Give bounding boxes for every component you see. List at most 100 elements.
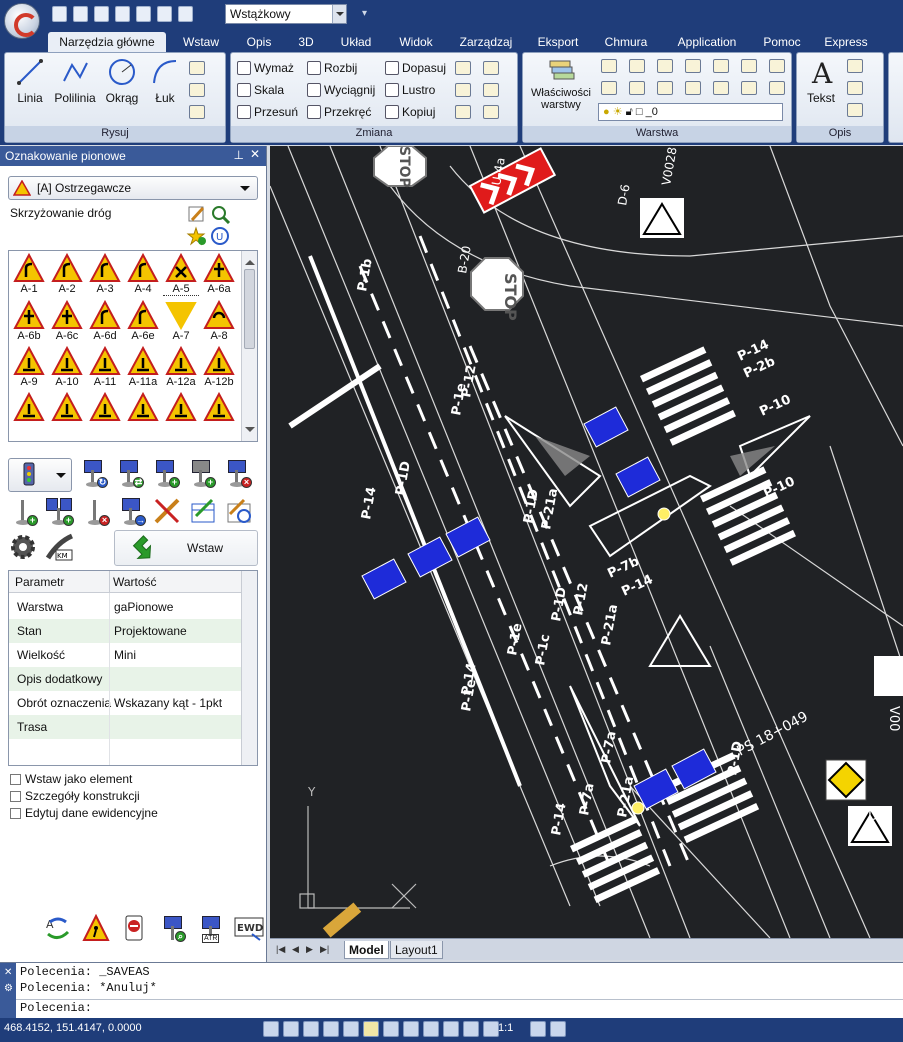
layer-tool-13-icon[interactable]	[741, 81, 757, 95]
property-value[interactable]: Projektowane	[114, 624, 187, 638]
rotate-button[interactable]: Przekręć	[307, 105, 371, 119]
tab-cloud[interactable]: Chmura	[594, 32, 658, 52]
sign-item[interactable]: A-11a	[125, 346, 161, 388]
point-icon[interactable]	[189, 83, 205, 97]
layer-tool-12-icon[interactable]	[713, 81, 729, 95]
offset-icon[interactable]	[483, 61, 499, 75]
sign-item[interactable]: A-6b	[11, 300, 47, 342]
sign-item[interactable]: A-6e	[125, 300, 161, 342]
sign-item[interactable]: A-12b	[201, 346, 237, 388]
layer-tool-2-icon[interactable]	[629, 59, 645, 73]
sign-item[interactable]	[201, 392, 237, 422]
sign-item[interactable]: A-5	[163, 253, 199, 296]
annotation-monitor-icon[interactable]	[483, 1021, 499, 1037]
property-value[interactable]: gaPionowe	[114, 600, 173, 614]
tab-model[interactable]: Model	[344, 941, 389, 959]
mtext-icon[interactable]	[847, 59, 863, 73]
array-icon[interactable]	[455, 61, 471, 75]
osnap-icon[interactable]	[343, 1021, 359, 1037]
new-file-icon[interactable]	[52, 6, 67, 22]
trim-icon[interactable]	[455, 105, 471, 119]
post-move-button[interactable]: →	[116, 496, 146, 526]
layer-tool-10-icon[interactable]	[657, 81, 673, 95]
tab-express[interactable]: Express	[814, 32, 878, 52]
tab-view[interactable]: Widok	[388, 32, 444, 52]
first-layout-icon[interactable]: |◀	[276, 944, 285, 955]
circle-button[interactable]: Okrąg	[103, 57, 141, 105]
sign-item[interactable]: A-11	[87, 346, 123, 388]
auto-scale-icon[interactable]	[550, 1021, 566, 1037]
layer-tool-11-icon[interactable]	[685, 81, 701, 95]
prev-layout-icon[interactable]: ◀	[292, 944, 299, 955]
checkbox-box[interactable]	[10, 773, 21, 785]
line-button[interactable]: Linia	[13, 57, 47, 105]
open-file-icon[interactable]	[73, 6, 88, 22]
property-row[interactable]: Opis dodatkowy	[9, 667, 241, 691]
layer-tool-4-icon[interactable]	[685, 59, 701, 73]
tab-layout[interactable]: Układ	[330, 32, 382, 52]
settings-icon[interactable]: ⚙	[4, 983, 13, 994]
tab-application[interactable]: Application	[664, 32, 750, 52]
last-layout-icon[interactable]: ▶|	[320, 944, 329, 955]
extend-button[interactable]: Wyciągnij	[307, 83, 375, 97]
ellipse-icon[interactable]	[189, 61, 205, 75]
scale-button[interactable]: Skala	[237, 83, 284, 97]
records-export-button[interactable]: EWD	[234, 914, 264, 942]
quick-properties-icon[interactable]	[443, 1021, 459, 1037]
erase-button[interactable]: Wymaż	[237, 61, 294, 75]
sign-item[interactable]	[87, 392, 123, 422]
sign-item[interactable]: A-7	[163, 300, 199, 342]
tab-insert[interactable]: Wstaw	[170, 32, 232, 52]
workspace-select[interactable]: Wstążkowy	[225, 4, 347, 24]
copy-button[interactable]: Kopiuj	[385, 105, 435, 119]
command-input[interactable]: Polecenia:	[20, 1001, 92, 1015]
application-menu-button[interactable]	[4, 3, 40, 39]
scroll-down-icon[interactable]	[245, 427, 255, 437]
sign-add-plate-button[interactable]: +	[150, 458, 180, 488]
sign-zoom-button[interactable]: ⌕	[158, 914, 186, 942]
sign-item[interactable]: A-6c	[49, 300, 85, 342]
tab-layout1[interactable]: Layout1	[390, 941, 443, 959]
property-row[interactable]: Warstwa gaPionowe	[9, 595, 241, 619]
layer-properties-button[interactable]: Właściwości warstwy	[527, 57, 595, 111]
selection-cycling-icon[interactable]	[463, 1021, 479, 1037]
post-add-button[interactable]: +	[8, 496, 38, 526]
annotation-scale[interactable]: 1:1	[498, 1022, 513, 1034]
dynamic-input-icon[interactable]	[403, 1021, 419, 1037]
tab-export[interactable]: Eksport	[528, 32, 588, 52]
annotation-visibility-icon[interactable]	[530, 1021, 546, 1037]
save-icon[interactable]	[94, 6, 109, 22]
scroll-thumb[interactable]	[244, 269, 255, 349]
close-icon[interactable]: ✕	[250, 147, 260, 161]
chevron-down-icon[interactable]	[332, 5, 346, 23]
sign-item[interactable]: A-2	[49, 253, 85, 296]
sign-item[interactable]: A-1	[11, 253, 47, 296]
sign-item[interactable]	[125, 392, 161, 422]
double-post-add-button[interactable]: +	[44, 496, 74, 526]
arc-button[interactable]: Łuk	[149, 57, 181, 105]
customize-qat-icon[interactable]: ▾	[362, 8, 367, 19]
sign-item[interactable]	[49, 392, 85, 422]
fillet-icon[interactable]	[455, 83, 471, 97]
sign-item[interactable]: A-12a	[163, 346, 199, 388]
sign-edit-user-button[interactable]	[224, 496, 254, 526]
print-icon[interactable]	[136, 6, 151, 22]
tab-manage[interactable]: Zarządzaj	[450, 32, 522, 52]
tab-3d[interactable]: 3D	[288, 32, 324, 52]
explode-button[interactable]: Rozbij	[307, 61, 357, 75]
warning-roadwork-button[interactable]	[82, 913, 110, 942]
sign-add-post-button[interactable]: +	[186, 458, 216, 488]
sign-item[interactable]: A-4	[125, 253, 161, 296]
sign-category-select[interactable]: [A] Ostrzegawcze	[8, 176, 258, 200]
sign-item[interactable]: A-6a	[201, 253, 237, 296]
sign-list-scrollbar[interactable]	[241, 251, 257, 441]
chamfer-icon[interactable]	[483, 83, 499, 97]
move-button[interactable]: Przesuń	[237, 105, 298, 119]
sign-edit-cross-button[interactable]	[152, 496, 182, 526]
pin-icon[interactable]: ⊥	[234, 148, 244, 162]
chevron-down-icon[interactable]	[240, 186, 250, 196]
layer-tool-5-icon[interactable]	[713, 59, 729, 73]
sign-item[interactable]: A-6d	[87, 300, 123, 342]
edit-records-checkbox[interactable]: Edytuj dane ewidencyjne	[10, 806, 158, 820]
checkbox-box[interactable]	[10, 807, 21, 819]
